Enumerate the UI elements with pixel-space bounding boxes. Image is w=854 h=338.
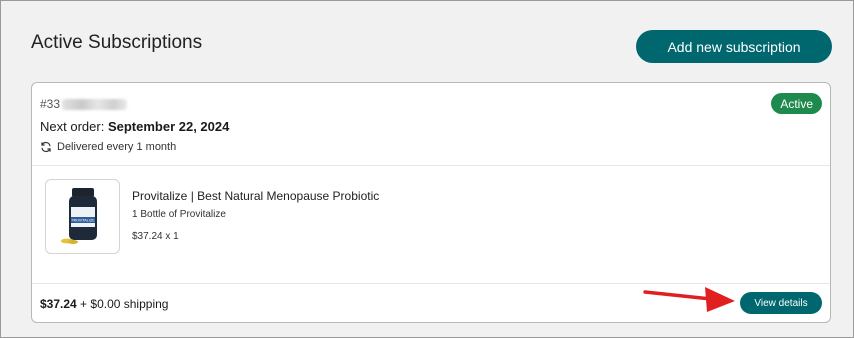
refresh-icon xyxy=(41,141,51,153)
divider-top xyxy=(32,165,830,166)
next-order-line: Next order: September 22, 2024 xyxy=(40,119,229,134)
product-bottle-image: PROVITALIZE xyxy=(60,187,97,244)
red-arrow-annotation xyxy=(643,287,735,312)
bottle-label-text: PROVITALIZE xyxy=(71,218,95,222)
order-total: $37.24 + $0.00 shipping xyxy=(40,297,168,311)
subscription-id-prefix: #33 xyxy=(40,97,61,111)
product-name[interactable]: Provitalize | Best Natural Menopause Pro… xyxy=(132,189,379,203)
add-subscription-button[interactable]: Add new subscription xyxy=(636,30,832,63)
product-variant: 1 Bottle of Provitalize xyxy=(132,209,226,220)
next-order-label: Next order: xyxy=(40,119,105,134)
delivery-text: Delivered every 1 month xyxy=(57,141,177,153)
subscription-id: #33 xyxy=(40,97,128,111)
status-badge: Active xyxy=(771,93,822,114)
shipping-text: + $0.00 shipping xyxy=(80,297,169,311)
page-frame: Active Subscriptions Add new subscriptio… xyxy=(0,0,854,338)
page-title: Active Subscriptions xyxy=(31,32,203,53)
next-order-date: September 22, 2024 xyxy=(107,119,230,134)
view-details-button[interactable]: View details xyxy=(740,292,822,314)
redacted-id-blur xyxy=(62,98,128,110)
product-price: $37.24 x 1 xyxy=(132,231,179,242)
delivery-frequency: Delivered every 1 month xyxy=(40,141,176,153)
total-amount: $37.24 xyxy=(40,297,77,311)
product-thumbnail[interactable]: PROVITALIZE xyxy=(45,179,120,254)
